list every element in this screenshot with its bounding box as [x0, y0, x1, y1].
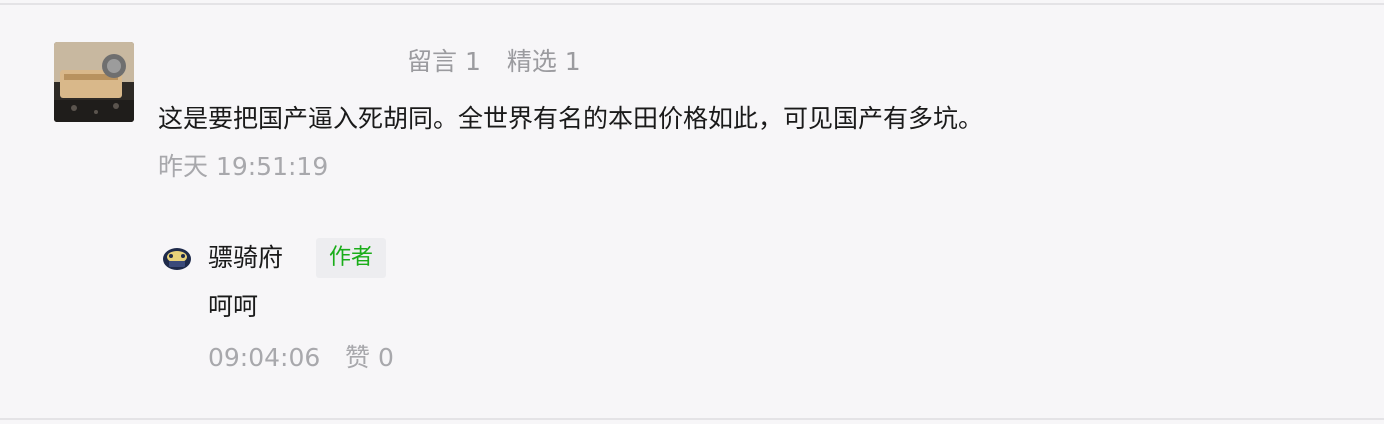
top-divider — [0, 3, 1384, 5]
author-avatar-badge-icon — [163, 248, 191, 270]
reply-content: 呵呵 — [208, 292, 259, 321]
comment-stats: 留言 1 精选 1 — [407, 44, 581, 80]
comment-timestamp: 昨天 19:51:19 — [158, 152, 329, 181]
bottom-divider — [0, 418, 1384, 420]
featured-count: 精选 1 — [506, 47, 581, 76]
reply-timestamp: 09:04:06 — [208, 343, 321, 372]
like-count: 0 — [378, 343, 394, 372]
comment-content: 这是要把国产逼入死胡同。全世界有名的本田价格如此，可见国产有多坑。 — [158, 104, 984, 133]
like-label: 赞 — [345, 343, 371, 372]
user-avatar-photo-icon — [54, 42, 134, 122]
author-badge: 作者 — [316, 238, 386, 278]
commenter-avatar[interactable] — [54, 42, 134, 122]
comments-count: 留言 1 — [407, 47, 481, 76]
author-name[interactable]: 骠骑府 — [208, 240, 283, 276]
author-avatar[interactable] — [162, 244, 192, 274]
like-button[interactable]: 赞0 — [345, 340, 394, 376]
